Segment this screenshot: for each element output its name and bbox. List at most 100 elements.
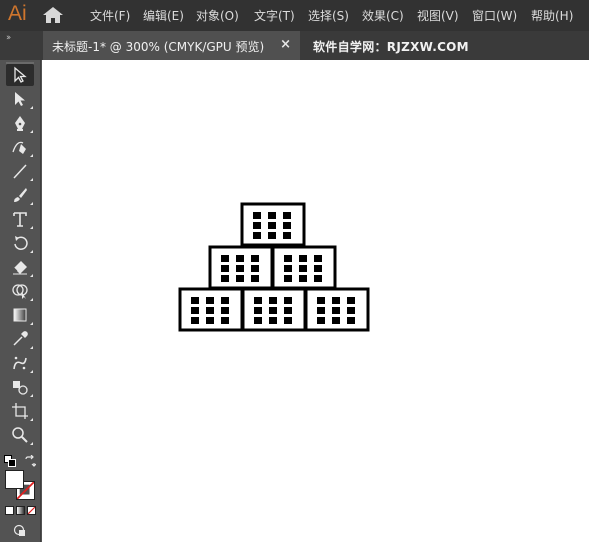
building-window <box>317 297 325 304</box>
artboard-canvas[interactable] <box>42 60 589 542</box>
building-window <box>284 317 292 324</box>
curvature-tool[interactable] <box>6 136 34 158</box>
menu-object[interactable]: 对象(O) <box>196 7 239 24</box>
building-window <box>254 317 262 324</box>
fill-swatch[interactable] <box>5 470 24 489</box>
building-window <box>347 317 355 324</box>
building-window <box>269 317 277 324</box>
building-window <box>284 297 292 304</box>
building-window <box>269 297 277 304</box>
building-window <box>191 307 199 314</box>
default-fill-stroke-icon[interactable] <box>4 452 16 467</box>
menu-bar: Ai 文件(F) 编辑(E) 对象(O) 文字(T) 选择(S) 效果(C) 视… <box>0 0 589 31</box>
tools-panel <box>0 60 41 542</box>
symbol-sprayer-tool[interactable] <box>6 352 34 374</box>
menu-effect[interactable]: 效果(C) <box>362 7 404 24</box>
building-window <box>206 307 214 314</box>
building-window <box>236 275 244 282</box>
eyedropper-tool[interactable] <box>6 328 34 350</box>
building-window <box>254 307 262 314</box>
fill-stroke-swatches <box>5 470 36 501</box>
artboard-icon <box>12 403 28 419</box>
building-window <box>317 317 325 324</box>
building-window <box>268 212 276 219</box>
zoom-tool[interactable] <box>6 424 34 446</box>
building-window <box>283 212 291 219</box>
selection-tool[interactable] <box>6 64 34 86</box>
building-window <box>268 232 276 239</box>
close-tab-icon[interactable]: × <box>280 37 291 52</box>
building-window <box>284 265 292 272</box>
building-window <box>253 222 261 229</box>
shape-builder-icon <box>12 284 28 299</box>
building-window <box>251 255 259 262</box>
panel-collapse-icon[interactable]: ›› <box>6 33 11 43</box>
building-window <box>206 297 214 304</box>
building-window <box>206 317 214 324</box>
building-window <box>221 307 229 314</box>
eraser-tool[interactable] <box>6 256 34 278</box>
building-window <box>347 297 355 304</box>
line-tool[interactable] <box>6 160 34 182</box>
selection-arrow-icon <box>14 66 27 83</box>
building-window <box>347 307 355 314</box>
gradient-mode-icon[interactable] <box>16 506 25 515</box>
building-icon-artwork[interactable] <box>178 202 370 334</box>
building-window <box>284 275 292 282</box>
building-window <box>299 275 307 282</box>
type-icon <box>13 212 27 227</box>
building-window <box>251 265 259 272</box>
watermark-label: 软件自学网：RJZXW.COM <box>313 40 469 54</box>
pen-icon <box>15 116 25 131</box>
zoom-icon <box>12 427 28 443</box>
direct-selection-arrow-icon <box>15 92 25 106</box>
shape-builder-tool[interactable] <box>6 280 34 302</box>
building-window <box>332 307 340 314</box>
menu-view[interactable]: 视图(V) <box>417 7 459 24</box>
menu-type[interactable]: 文字(T) <box>254 7 295 24</box>
blend-tool[interactable] <box>6 376 34 398</box>
paintbrush-tool[interactable] <box>6 184 34 206</box>
rotate-icon <box>14 236 28 250</box>
artboard-tool[interactable] <box>6 400 34 422</box>
building-window <box>317 307 325 314</box>
menu-edit[interactable]: 编辑(E) <box>143 7 184 24</box>
pen-tool[interactable] <box>6 112 34 134</box>
eyedropper-icon <box>13 331 28 346</box>
building-window <box>299 265 307 272</box>
line-segment-icon <box>13 164 27 179</box>
symbol-sprayer-icon <box>13 356 27 370</box>
building-window <box>283 222 291 229</box>
menu-help[interactable]: 帮助(H) <box>531 7 573 24</box>
building-window <box>332 317 340 324</box>
building-window <box>254 297 262 304</box>
building-window <box>236 265 244 272</box>
document-tab[interactable]: 未标题-1* @ 300% (CMYK/GPU 预览) × <box>43 31 300 60</box>
gradient-tool[interactable] <box>6 304 34 326</box>
curvature-pen-icon <box>12 141 26 154</box>
swap-fill-stroke-icon[interactable] <box>24 452 37 467</box>
building-window <box>284 255 292 262</box>
type-tool[interactable] <box>6 208 34 230</box>
building-window <box>221 317 229 324</box>
menu-file[interactable]: 文件(F) <box>90 7 130 24</box>
building-window <box>283 232 291 239</box>
drawing-mode-icon[interactable] <box>13 523 27 537</box>
building-window <box>284 307 292 314</box>
building-window <box>253 212 261 219</box>
app-logo: Ai <box>8 2 27 25</box>
menu-window[interactable]: 窗口(W) <box>472 7 517 24</box>
none-mode-icon[interactable] <box>27 506 36 515</box>
home-icon[interactable] <box>42 6 64 24</box>
rotate-tool[interactable] <box>6 232 34 254</box>
building-window <box>299 255 307 262</box>
menu-select[interactable]: 选择(S) <box>308 7 349 24</box>
blend-icon <box>13 381 28 395</box>
eraser-icon <box>13 261 27 275</box>
color-mode-buttons <box>5 506 36 516</box>
document-tab-title: 未标题-1* @ 300% (CMYK/GPU 预览) <box>52 40 265 54</box>
building-window <box>269 307 277 314</box>
color-mode-icon[interactable] <box>5 506 14 515</box>
direct-selection-tool[interactable] <box>6 88 34 110</box>
gradient-icon <box>13 308 27 322</box>
